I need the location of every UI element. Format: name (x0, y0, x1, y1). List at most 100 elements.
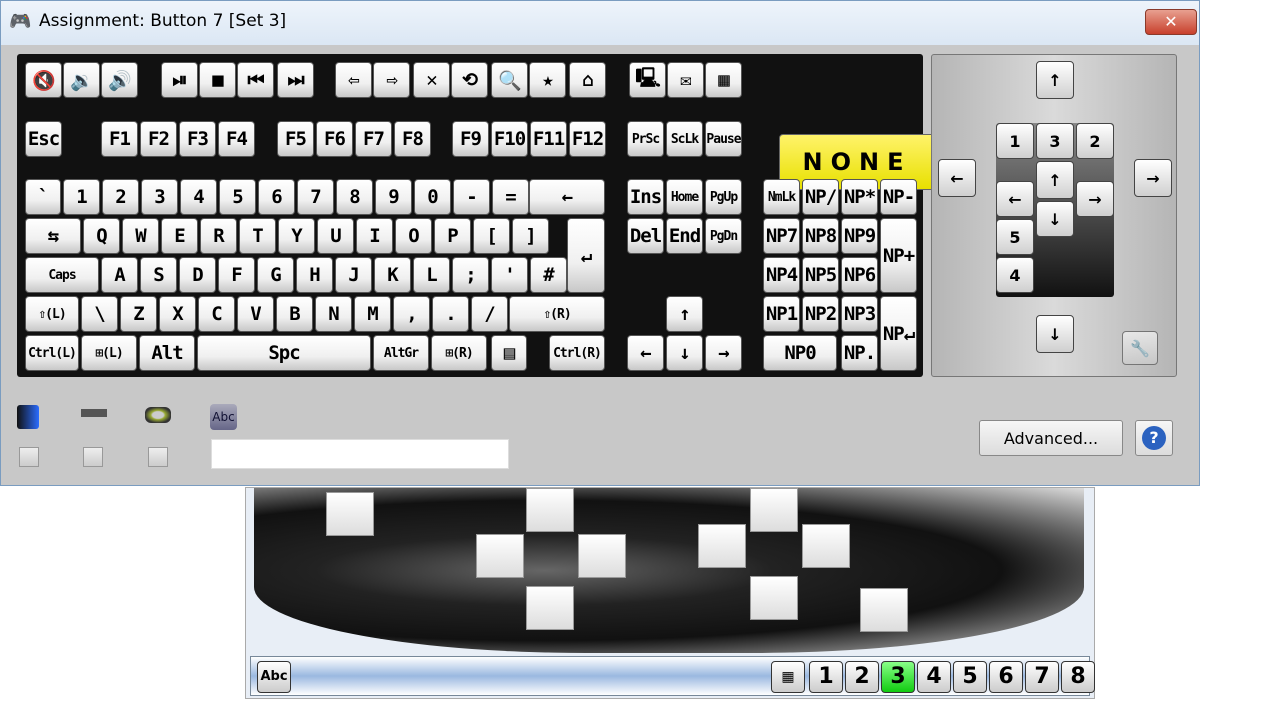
key[interactable]: ⇆ (25, 218, 81, 254)
close-button[interactable]: ✕ (1145, 9, 1197, 35)
key[interactable]: ← (529, 179, 605, 215)
key[interactable]: F (218, 257, 255, 293)
controller-button-slot[interactable] (802, 524, 850, 568)
key[interactable]: W (122, 218, 159, 254)
controller-button-slot[interactable] (750, 488, 798, 532)
key-f4[interactable]: F4 (218, 121, 255, 157)
key[interactable]: H (296, 257, 333, 293)
key[interactable]: NP3 (841, 296, 878, 332)
controller-button-slot[interactable] (526, 586, 574, 630)
mouse-down-button[interactable]: ↓ (1036, 315, 1074, 353)
key[interactable]: G (257, 257, 294, 293)
mouse-button-5[interactable]: 5 (996, 219, 1034, 255)
key[interactable]: / (471, 296, 508, 332)
key[interactable]: NP/ (802, 179, 839, 215)
key[interactable]: \ (81, 296, 118, 332)
mail-key[interactable]: ✉ (667, 62, 704, 98)
key-f6[interactable]: F6 (316, 121, 353, 157)
help-button[interactable]: ? (1135, 420, 1173, 456)
wheel-up-button[interactable]: ↑ (1036, 161, 1074, 199)
key[interactable]: PgUp (705, 179, 742, 215)
key[interactable]: B (276, 296, 313, 332)
key[interactable]: → (705, 335, 742, 371)
key-f11[interactable]: F11 (530, 121, 567, 157)
set-button-2[interactable]: 2 (845, 661, 879, 693)
key[interactable]: = (492, 179, 529, 215)
key[interactable]: Spc (197, 335, 371, 371)
key[interactable]: NP8 (802, 218, 839, 254)
key[interactable]: PgDn (705, 218, 742, 254)
key[interactable]: 5 (219, 179, 256, 215)
key[interactable]: ; (452, 257, 489, 293)
set-button-4[interactable]: 4 (917, 661, 951, 693)
key[interactable]: ` (25, 179, 61, 215)
favorites-key[interactable]: ★ (529, 62, 566, 98)
key[interactable]: K (374, 257, 411, 293)
turbo-checkbox[interactable] (19, 447, 39, 467)
volume-down-key[interactable]: 🔉 (63, 62, 100, 98)
key[interactable]: 4 (180, 179, 217, 215)
key[interactable]: 2 (102, 179, 139, 215)
wrench-settings-button[interactable]: 🔧 (1122, 331, 1158, 365)
key[interactable]: X (159, 296, 196, 332)
key[interactable]: ← (627, 335, 664, 371)
key-f10[interactable]: F10 (491, 121, 528, 157)
key[interactable]: 6 (258, 179, 295, 215)
key[interactable]: ⊞(R) (431, 335, 487, 371)
set-button-5[interactable]: 5 (953, 661, 987, 693)
browser-stop-key[interactable]: ✕ (413, 62, 450, 98)
key[interactable]: S (140, 257, 177, 293)
key[interactable]: ↵ (567, 218, 605, 293)
key-f3[interactable]: F3 (179, 121, 216, 157)
my-computer-key[interactable]: 🖳 (629, 62, 666, 98)
volume-up-key[interactable]: 🔊 (101, 62, 138, 98)
mouse-right-button[interactable]: → (1134, 159, 1172, 197)
key[interactable]: NmLk (763, 179, 800, 215)
key-f5[interactable]: F5 (277, 121, 314, 157)
key[interactable]: # (530, 257, 567, 293)
key[interactable]: U (317, 218, 354, 254)
key[interactable]: E (161, 218, 198, 254)
key[interactable]: O (395, 218, 432, 254)
stop-key[interactable]: ■ (199, 62, 236, 98)
key[interactable]: NP4 (763, 257, 800, 293)
key[interactable]: Y (278, 218, 315, 254)
key[interactable]: ↑ (666, 296, 703, 332)
mouse-left-button[interactable]: ← (938, 159, 976, 197)
key[interactable]: D (179, 257, 216, 293)
controller-button-slot[interactable] (326, 492, 374, 536)
key[interactable]: Ctrl(R) (549, 335, 605, 371)
key[interactable]: End (666, 218, 703, 254)
key[interactable]: ▤ (491, 335, 527, 371)
key[interactable]: 1 (63, 179, 100, 215)
next-track-key[interactable]: ⏭ (277, 62, 314, 98)
key[interactable]: Ins (627, 179, 664, 215)
key-f7[interactable]: F7 (355, 121, 392, 157)
key-prsc[interactable]: PrSc (627, 121, 664, 157)
calculator-key[interactable]: ▦ (705, 62, 742, 98)
key[interactable]: ⇧(R) (509, 296, 605, 332)
prev-track-key[interactable]: ⏮ (237, 62, 274, 98)
key[interactable]: NP0 (763, 335, 837, 371)
key[interactable]: ⇧(L) (25, 296, 79, 332)
sets-grid-icon[interactable]: ▦ (771, 661, 805, 693)
key[interactable]: Z (120, 296, 157, 332)
set-button-3[interactable]: 3 (881, 661, 915, 693)
key[interactable]: AltGr (373, 335, 429, 371)
key[interactable]: C (198, 296, 235, 332)
mouse-button-1[interactable]: 1 (996, 123, 1034, 159)
key[interactable]: Ctrl(L) (25, 335, 79, 371)
key[interactable]: NP- (880, 179, 917, 215)
key-f9[interactable]: F9 (452, 121, 489, 157)
key[interactable]: NP. (841, 335, 878, 371)
mouse-button-4[interactable]: 4 (996, 257, 1034, 293)
key[interactable]: N (315, 296, 352, 332)
key[interactable]: 3 (141, 179, 178, 215)
wheel-left-button[interactable]: ← (996, 181, 1034, 217)
controller-button-slot[interactable] (526, 488, 574, 532)
key[interactable]: Del (627, 218, 664, 254)
key[interactable]: Home (666, 179, 703, 215)
key[interactable]: [ (473, 218, 510, 254)
mouse-button-3[interactable]: 3 (1036, 123, 1074, 159)
key[interactable]: J (335, 257, 372, 293)
